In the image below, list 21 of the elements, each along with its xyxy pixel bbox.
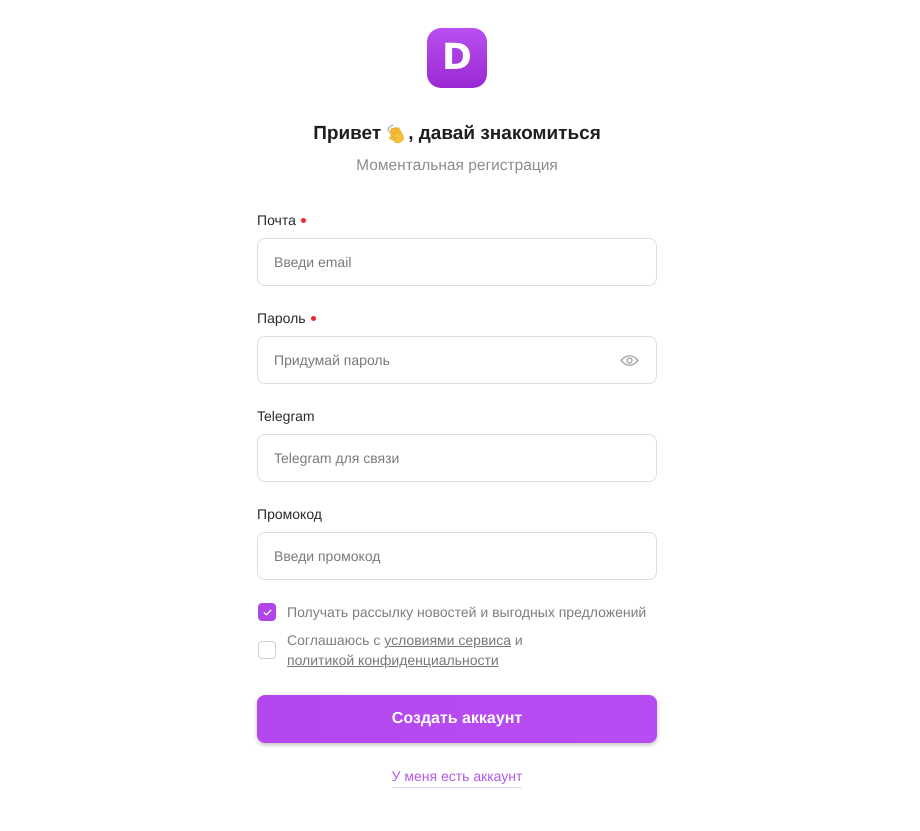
heading-text: Привет	[313, 122, 382, 146]
checkbox-label: Получать рассылку новостей и выгодных предложений	[287, 603, 646, 622]
text-link[interactable]: условиями сервиса	[384, 632, 511, 648]
input-field[interactable]: Введи email	[257, 238, 657, 286]
subtitle: Моментальная регистрация	[356, 156, 558, 176]
field-label: Пароль	[257, 309, 306, 328]
create-account-button[interactable]: Создать аккаунт	[257, 695, 657, 743]
eye-icon[interactable]	[620, 354, 639, 367]
checkbox-label: Соглашаюсь с условиями сервиса и политикой конфиденциальности	[287, 631, 524, 670]
checkbox[interactable]	[258, 603, 276, 621]
field-label: Telegram	[257, 407, 315, 426]
input-field[interactable]: Введи промокод	[257, 532, 657, 580]
input-field[interactable]: Telegram для связи	[257, 434, 657, 482]
logo-icon: D	[427, 28, 487, 88]
field-label: Промокод	[257, 505, 322, 524]
checkmark-icon	[262, 608, 272, 616]
field-label: Почта	[257, 211, 296, 230]
heading-text: , давай знакомиться	[408, 122, 601, 146]
login-link[interactable]: У меня есть аккаунт	[392, 767, 522, 788]
text-link[interactable]: политикой конфиденциальности	[287, 652, 499, 668]
input-field[interactable]: Придумай пароль	[257, 336, 657, 384]
